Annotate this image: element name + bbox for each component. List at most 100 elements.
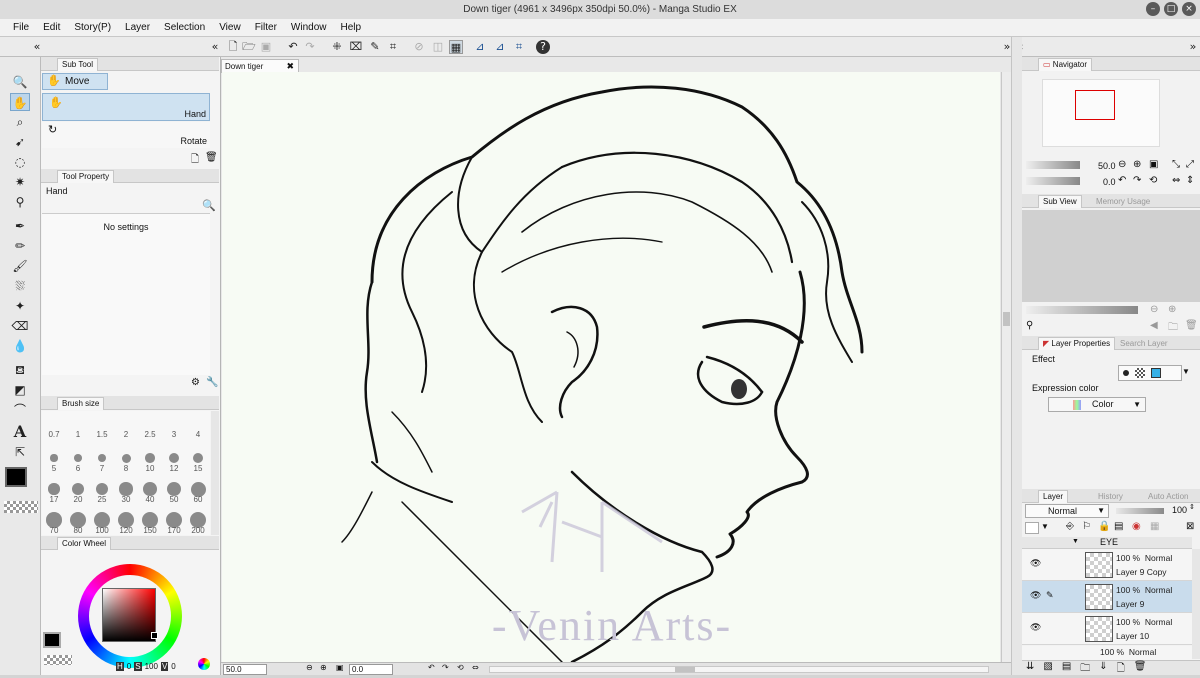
delete-layer-icon[interactable]: 🗑 bbox=[1134, 661, 1147, 675]
tab-search-layer[interactable]: Search Layer bbox=[1120, 337, 1168, 351]
collapse-left-icon[interactable]: « bbox=[208, 40, 222, 54]
color-picker-handle[interactable] bbox=[151, 632, 158, 639]
zoom-slider[interactable] bbox=[1026, 161, 1080, 169]
layer-row[interactable]: 👁 100 % Normal Layer 10 bbox=[1022, 613, 1200, 645]
brush-size-cell[interactable]: 1.5 bbox=[90, 411, 114, 442]
invert-selection-icon[interactable]: ◫ bbox=[431, 40, 445, 54]
menu-window[interactable]: Window bbox=[284, 19, 334, 36]
brush-size-cell[interactable]: 5 bbox=[42, 442, 66, 473]
brush-size-cell[interactable]: 8 bbox=[114, 442, 138, 473]
rotate-right-icon[interactable]: ↷ bbox=[442, 663, 449, 672]
eye-icon[interactable]: 👁 bbox=[1030, 623, 1041, 633]
brush-size-cell[interactable]: 50 bbox=[162, 473, 186, 504]
new-folder-icon[interactable]: 🗀 bbox=[1080, 661, 1090, 675]
tab-navigator[interactable]: ▭ Navigator bbox=[1038, 58, 1093, 71]
fit-window-icon[interactable]: ⤡ bbox=[1172, 159, 1180, 170]
fit-icon[interactable]: ▣ bbox=[336, 663, 344, 672]
tab-tool-property[interactable]: Tool Property bbox=[57, 170, 115, 183]
subtool-hand[interactable]: ✋ Hand bbox=[42, 93, 210, 121]
delete-subtool-icon[interactable]: 🗑 bbox=[205, 152, 218, 163]
brush-size-cell[interactable]: 4 bbox=[186, 411, 210, 442]
lock-icon[interactable]: 🔒 bbox=[1098, 521, 1110, 532]
tab-color-wheel[interactable]: Color Wheel bbox=[57, 537, 112, 550]
rotate-right-icon[interactable]: ↷ bbox=[1133, 175, 1141, 186]
pen-tool-icon[interactable]: ✒ bbox=[10, 217, 30, 235]
transparent-color-swatch[interactable] bbox=[4, 501, 38, 513]
brush-size-cell[interactable]: 0.7 bbox=[42, 411, 66, 442]
brush-size-cell[interactable]: 1 bbox=[66, 411, 90, 442]
brush-size-cell[interactable]: 25 bbox=[90, 473, 114, 504]
chevron-down-icon[interactable]: ▼ bbox=[1182, 367, 1190, 376]
grid-ruler-icon[interactable]: ⌗ bbox=[512, 40, 526, 54]
tab-memory-usage[interactable]: Memory Usage bbox=[1096, 195, 1150, 209]
magic-wand-tool-icon[interactable]: ✷ bbox=[10, 173, 30, 191]
expression-color-select[interactable]: Color ▼ bbox=[1048, 397, 1146, 412]
layer-color-icon[interactable] bbox=[1151, 368, 1161, 378]
brush-size-scrollbar[interactable] bbox=[211, 411, 219, 535]
menu-story[interactable]: Story(P) bbox=[67, 19, 118, 36]
save-icon[interactable]: ▣ bbox=[259, 40, 273, 54]
chevron-down-icon[interactable]: ▼ bbox=[1041, 522, 1049, 531]
new-raster-layer-icon[interactable]: ▧ bbox=[1043, 661, 1052, 675]
brush-size-cell[interactable]: 40 bbox=[138, 473, 162, 504]
pencil-tool-icon[interactable]: ✏ bbox=[10, 237, 30, 255]
deselect-icon[interactable]: ⊘ bbox=[412, 40, 426, 54]
new-subtool-icon[interactable]: 🗋 bbox=[191, 152, 199, 169]
flip-horizontal-icon[interactable]: ⇔ bbox=[1172, 175, 1180, 186]
zoom-tool-icon[interactable]: 🔍 bbox=[10, 73, 30, 91]
collapse-icon[interactable]: ⇊ bbox=[1026, 661, 1034, 675]
gradient-tool-icon[interactable]: ◩ bbox=[10, 381, 30, 399]
navigator-viewport[interactable] bbox=[1075, 90, 1115, 120]
menu-selection[interactable]: Selection bbox=[157, 19, 212, 36]
layer-row[interactable]: 👁 100 % Normal Layer 9 Copy bbox=[1022, 549, 1200, 581]
brush-size-cell[interactable]: 80 bbox=[66, 504, 90, 535]
new-file-icon[interactable]: 🗋 bbox=[226, 40, 240, 54]
flip-icon[interactable]: ⇔ bbox=[472, 663, 479, 672]
opacity-stepper-icon[interactable]: ⇕ bbox=[1189, 503, 1195, 511]
zoom-in-icon[interactable]: ⊕ bbox=[1168, 304, 1176, 315]
rotation-slider[interactable] bbox=[1026, 177, 1080, 185]
subtool-rotate[interactable]: ↻ Rotate bbox=[42, 122, 210, 148]
tab-brush-size[interactable]: Brush size bbox=[57, 397, 105, 410]
collapse-right-icon[interactable]: » bbox=[1186, 40, 1200, 54]
color-mode-icon[interactable] bbox=[198, 658, 210, 670]
open-file-icon[interactable]: 🗁 bbox=[242, 40, 256, 54]
tone-effect-icon[interactable] bbox=[1135, 368, 1145, 378]
magnify-icon[interactable]: 🔍 bbox=[202, 199, 216, 212]
tab-history[interactable]: History bbox=[1098, 490, 1123, 504]
brush-size-cell[interactable]: 7 bbox=[90, 442, 114, 473]
menu-layer[interactable]: Layer bbox=[118, 19, 157, 36]
new-vector-layer-icon[interactable]: ▤ bbox=[1062, 661, 1071, 675]
layer-color-swatch[interactable] bbox=[1025, 522, 1039, 534]
document-tab[interactable]: Down tiger ✖ bbox=[221, 59, 299, 73]
eraser-tool-icon[interactable]: ⌫ bbox=[10, 317, 30, 335]
crop-icon[interactable]: ⌗ bbox=[386, 40, 400, 54]
blend-mode-select[interactable]: Normal ▼ bbox=[1025, 504, 1109, 518]
brush-size-cell[interactable]: 150 bbox=[138, 504, 162, 535]
reset-rotation-icon[interactable]: ⟲ bbox=[457, 663, 464, 672]
tab-sub-view[interactable]: Sub View bbox=[1038, 195, 1082, 208]
brush-size-cell[interactable]: 70 bbox=[42, 504, 66, 535]
angle-field[interactable]: 0.0 bbox=[349, 664, 393, 675]
perspective-ruler-icon[interactable]: ⊿ bbox=[493, 40, 507, 54]
brush-size-cell[interactable]: 17 bbox=[42, 473, 66, 504]
menu-file[interactable]: File bbox=[6, 19, 36, 36]
eye-icon[interactable]: 👁 bbox=[1030, 559, 1041, 569]
brush-size-cell[interactable]: 12 bbox=[162, 442, 186, 473]
redo-icon[interactable]: ↷ bbox=[303, 40, 317, 54]
eyedropper-icon[interactable]: ⚲ bbox=[1026, 320, 1033, 331]
zoom-in-icon[interactable]: ⊕ bbox=[320, 663, 327, 672]
menu-view[interactable]: View bbox=[212, 19, 248, 36]
figure-tool-icon[interactable]: ⌒ bbox=[10, 401, 30, 419]
opacity-slider[interactable] bbox=[1116, 508, 1164, 514]
collapse-left-icon[interactable]: « bbox=[30, 40, 44, 54]
blend-tool-icon[interactable]: 💧 bbox=[10, 337, 30, 355]
eyedropper-tool-icon[interactable]: ⚲ bbox=[10, 193, 30, 211]
airbrush-tool-icon[interactable]: ⛆ bbox=[10, 277, 30, 295]
operation-tool-icon[interactable]: ⇱ bbox=[10, 443, 30, 461]
brush-size-cell[interactable]: 2.5 bbox=[138, 411, 162, 442]
brush-size-cell[interactable]: 30 bbox=[114, 473, 138, 504]
close-icon[interactable]: ⊠ bbox=[1186, 521, 1194, 532]
new-layer-icon[interactable]: 🗋 bbox=[1117, 661, 1125, 675]
text-tool-icon[interactable]: A bbox=[10, 423, 30, 441]
